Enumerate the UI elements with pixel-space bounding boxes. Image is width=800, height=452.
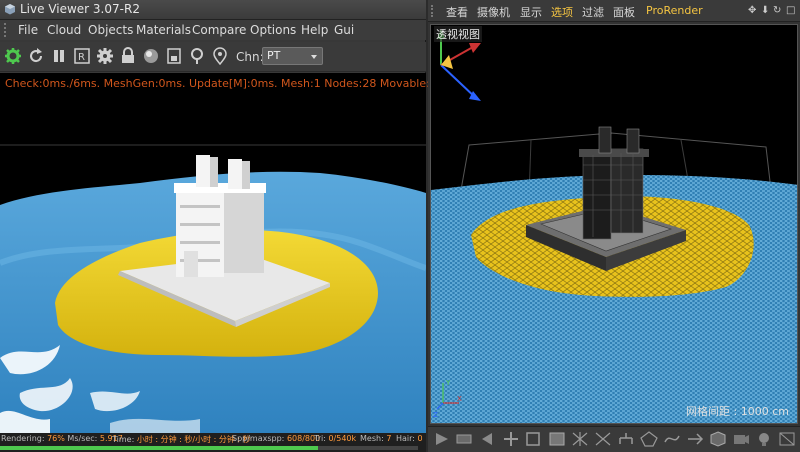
scale-icon[interactable] bbox=[593, 430, 613, 448]
menu-prorender[interactable]: ProRender bbox=[646, 4, 703, 17]
hair-info: Hair: 0 bbox=[396, 434, 423, 443]
channel-select[interactable]: PT bbox=[262, 47, 323, 65]
live-viewer-titlebar: Live Viewer 3.07-R2 bbox=[0, 0, 426, 20]
tag-icon[interactable] bbox=[455, 430, 475, 448]
move-view-icon[interactable]: ✥ bbox=[748, 5, 756, 16]
location-icon[interactable] bbox=[211, 47, 229, 65]
menu-display[interactable]: 显示 bbox=[520, 4, 542, 20]
viewport-bottom-toolbar bbox=[428, 426, 800, 452]
pin-icon[interactable] bbox=[188, 47, 206, 65]
keyframe-prev-icon[interactable] bbox=[478, 430, 498, 448]
grid-spacing-text: 网格间距 : 1000 cm bbox=[686, 405, 789, 418]
tri-label: Tri: bbox=[314, 434, 326, 443]
arrow-down-icon[interactable]: ⬇ bbox=[761, 5, 769, 16]
menu-gui[interactable]: Gui bbox=[334, 23, 354, 37]
tri-info: Tri: 0/540k bbox=[314, 434, 356, 443]
time-label: Time: bbox=[112, 435, 135, 444]
chevron-down-icon bbox=[311, 55, 317, 59]
hair-value: 0 bbox=[417, 434, 423, 443]
viewport-menubar: 查看 摄像机 显示 选项 过滤 面板 ProRender ✥ ⬇ ↻ □ bbox=[428, 0, 800, 22]
time-info: Time: 小时 : 分钟 : 秒/小时 : 分钟 : 秒 bbox=[112, 434, 251, 445]
material-sphere-icon[interactable] bbox=[142, 47, 160, 65]
menu-options[interactable]: Options bbox=[250, 23, 296, 37]
live-viewer-panel: Live Viewer 3.07-R2 File Cloud Objects M… bbox=[0, 0, 447, 452]
menu-panel[interactable]: 面板 bbox=[613, 4, 635, 20]
rendering-value: 76% bbox=[47, 434, 65, 443]
link-icon[interactable] bbox=[685, 430, 705, 448]
menu-options-active[interactable]: 选项 bbox=[551, 4, 573, 20]
render-settings-icon[interactable] bbox=[777, 430, 797, 448]
menu-compare[interactable]: Compare bbox=[192, 23, 246, 37]
window-title: Live Viewer 3.07-R2 bbox=[20, 2, 140, 16]
menu-filter[interactable]: 过滤 bbox=[582, 4, 604, 20]
menu-cloud[interactable]: Cloud bbox=[47, 23, 81, 37]
render-viewport[interactable] bbox=[0, 93, 426, 433]
menu-file[interactable]: File bbox=[18, 23, 38, 37]
cube-icon[interactable] bbox=[708, 430, 728, 448]
mesh-value: 7 bbox=[386, 434, 392, 443]
render-stats-text: Check:0ms./6ms. MeshGen:0ms. Update[M]:0… bbox=[5, 77, 448, 90]
start-render-icon[interactable] bbox=[4, 47, 22, 65]
polygon-icon[interactable] bbox=[639, 430, 659, 448]
menu-materials[interactable]: Materials bbox=[136, 23, 191, 37]
menu-camera[interactable]: 摄像机 bbox=[477, 4, 510, 20]
play-forward-icon[interactable] bbox=[432, 430, 452, 448]
svg-text:R: R bbox=[78, 52, 85, 63]
wireframe-island-scene: Y X Z bbox=[431, 25, 797, 423]
view-name-label[interactable]: 透视视图 bbox=[434, 26, 482, 42]
perspective-viewport[interactable]: Y X Z 透视视图 网格间距 : 1000 cm bbox=[430, 24, 798, 424]
light-icon[interactable] bbox=[754, 430, 774, 448]
region-render-icon[interactable]: R bbox=[73, 47, 91, 65]
grip-handle[interactable] bbox=[4, 23, 10, 37]
menu-help[interactable]: Help bbox=[301, 23, 328, 37]
menu-objects[interactable]: Objects bbox=[88, 23, 133, 37]
app-root: Live Viewer 3.07-R2 File Cloud Objects M… bbox=[0, 0, 800, 452]
svg-text:Z: Z bbox=[433, 411, 438, 419]
pause-icon[interactable] bbox=[50, 47, 68, 65]
settings-gear-icon[interactable] bbox=[96, 47, 114, 65]
live-viewer-menubar: File Cloud Objects Materials Compare Opt… bbox=[0, 20, 426, 40]
rendering-progress-info: Rendering: 76% Ms/sec: 5.917 bbox=[1, 434, 123, 443]
deformer-icon[interactable] bbox=[662, 430, 682, 448]
c4d-viewport-panel: 查看 摄像机 显示 选项 过滤 面板 ProRender ✥ ⬇ ↻ □ Y X… bbox=[428, 0, 800, 452]
mssec-label: Ms/sec: bbox=[67, 434, 98, 443]
live-viewer-toolbar: R Chn: PT bbox=[0, 42, 426, 72]
mesh-info: Mesh: 7 bbox=[360, 434, 391, 443]
mesh-label: Mesh: bbox=[360, 434, 384, 443]
svg-text:X: X bbox=[457, 395, 462, 403]
camera-icon[interactable] bbox=[731, 430, 751, 448]
menu-view[interactable]: 查看 bbox=[446, 4, 468, 20]
maximize-view-icon[interactable]: □ bbox=[786, 5, 795, 16]
tri-value: 0/540k bbox=[328, 434, 357, 443]
key-icon[interactable] bbox=[524, 430, 544, 448]
render-progress-fill bbox=[0, 446, 318, 450]
render-status-bar: Rendering: 76% Ms/sec: 5.917 Time: 小时 : … bbox=[0, 433, 426, 452]
rotate-view-icon[interactable]: ↻ bbox=[773, 5, 781, 16]
record-icon[interactable] bbox=[547, 430, 567, 448]
render-progress-bar bbox=[0, 446, 418, 450]
rendered-island-scene bbox=[0, 93, 426, 433]
hair-label: Hair: bbox=[396, 434, 415, 443]
rendering-label: Rendering: bbox=[1, 434, 45, 443]
grip-handle[interactable] bbox=[431, 5, 437, 17]
channel-label: Chn: bbox=[236, 50, 264, 64]
restart-icon[interactable] bbox=[27, 47, 45, 65]
spp-label: Spp/maxspp: bbox=[232, 434, 285, 443]
render-stats-line: Check:0ms./6ms. MeshGen:0ms. Update[M]:0… bbox=[0, 73, 447, 93]
channel-value: PT bbox=[267, 49, 281, 62]
transport-move-icon[interactable] bbox=[501, 430, 521, 448]
spp-info: Spp/maxspp: 608/800 bbox=[232, 434, 320, 443]
grid-pattern-icon[interactable] bbox=[570, 430, 590, 448]
lock-icon[interactable] bbox=[119, 47, 137, 65]
svg-text:Y: Y bbox=[445, 379, 451, 387]
document-icon[interactable] bbox=[165, 47, 183, 65]
hierarchy-icon[interactable] bbox=[616, 430, 636, 448]
cube-icon bbox=[5, 4, 15, 15]
